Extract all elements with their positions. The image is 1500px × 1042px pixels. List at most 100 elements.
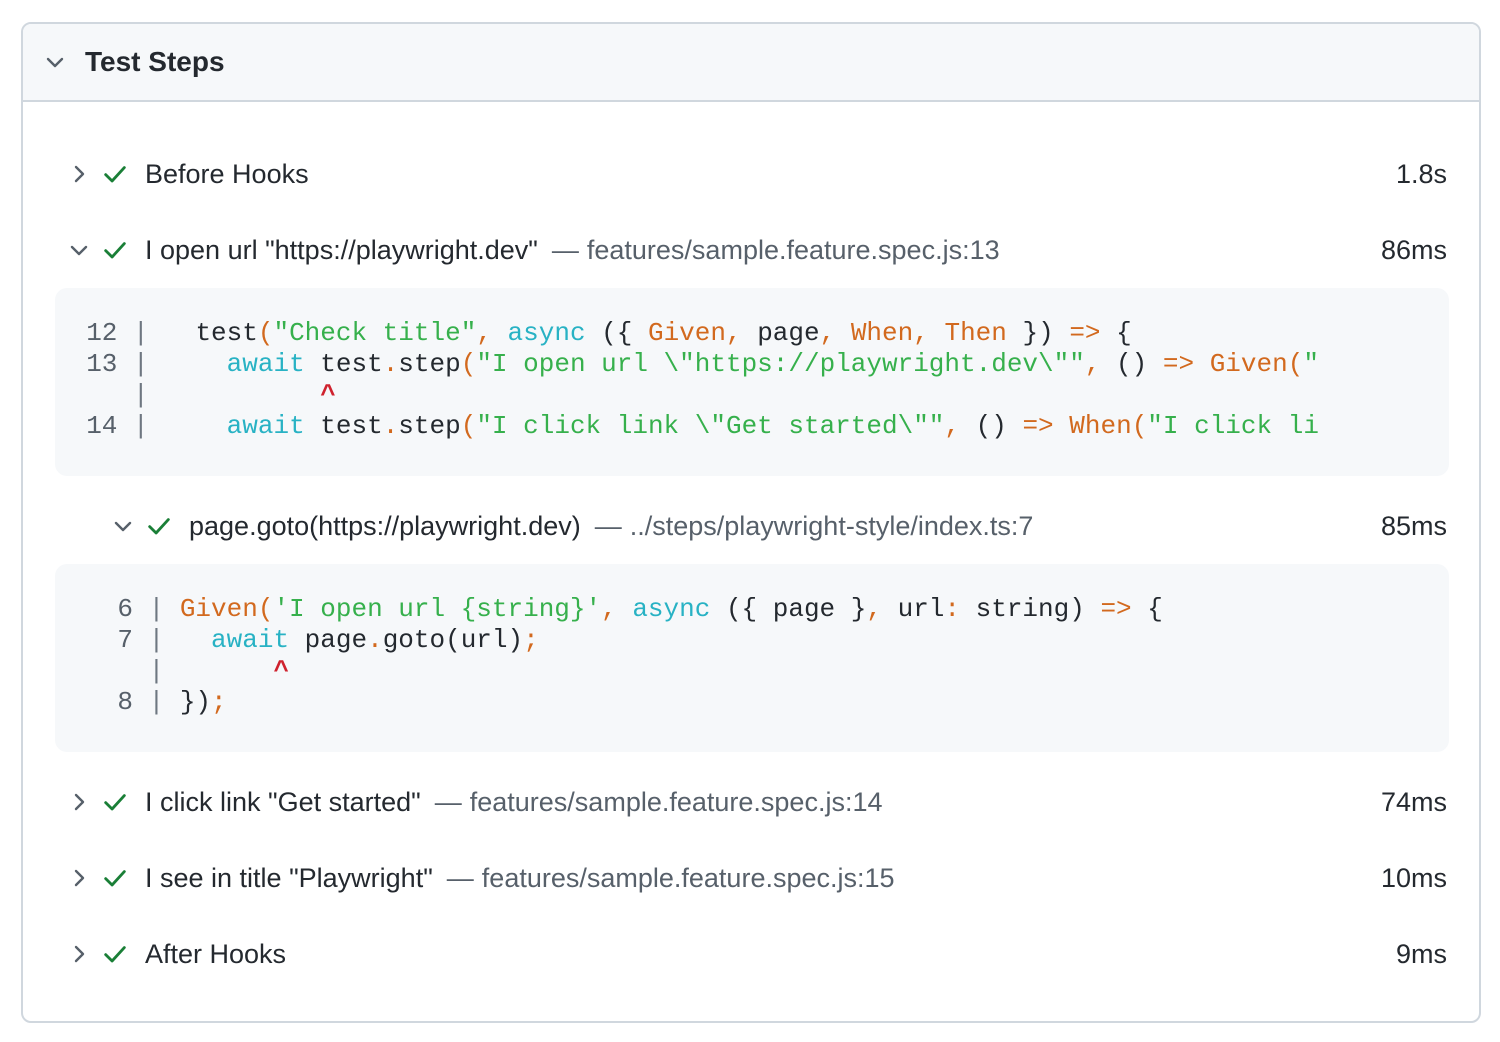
code-token: async <box>507 318 586 348</box>
error-caret: ^ <box>273 656 290 686</box>
step-duration: 9ms <box>1395 938 1447 969</box>
panel-title: Test Steps <box>85 46 225 77</box>
chevron-right-icon[interactable] <box>67 942 91 966</box>
step-row[interactable]: Before Hooks 1.8s <box>23 144 1479 204</box>
code-token: "I click link \"Get started\"" <box>476 411 945 441</box>
step-row[interactable]: After Hooks 9ms <box>23 924 1479 984</box>
code-token: , <box>944 411 961 441</box>
code-token: ( <box>460 411 477 441</box>
code-line: 6 | Given('I open url {string}', async (… <box>55 594 1449 625</box>
code-token: Given <box>647 318 726 348</box>
code-token: { <box>1100 318 1132 348</box>
chevron-down-icon[interactable] <box>111 514 135 538</box>
code-token: ( <box>460 349 477 379</box>
chevron-right-icon[interactable] <box>67 866 91 890</box>
code-token: 'I open url {string}' <box>273 594 602 624</box>
code-token: page <box>289 625 368 655</box>
code-token: . <box>382 411 399 441</box>
code-snippet: 6 | Given('I open url {string}', async (… <box>55 564 1449 752</box>
code-token: () <box>960 411 1023 441</box>
step-duration: 86ms <box>1380 234 1447 265</box>
code-token: ; <box>523 625 539 655</box>
chevron-down-icon[interactable] <box>67 238 91 262</box>
code-token: " <box>1303 349 1319 379</box>
code-token: goto(url) <box>382 625 524 655</box>
code-line: 8 | }); <box>55 687 1449 718</box>
panel-header[interactable]: Test Steps <box>23 24 1479 102</box>
code-token: ({ page } <box>710 594 867 624</box>
check-icon <box>104 794 126 811</box>
step-separator: — <box>594 510 622 541</box>
code-token: When <box>850 318 914 348</box>
step-row[interactable]: I click link "Get started" — features/sa… <box>23 772 1479 832</box>
code-token: : <box>944 594 961 624</box>
code-line: | ^ <box>55 656 1449 687</box>
line-number: 8 <box>55 687 134 717</box>
check-icon <box>104 946 126 963</box>
code-token: ( <box>257 594 274 624</box>
line-number: 13 <box>55 349 118 379</box>
line-number: 12 <box>55 318 118 348</box>
step-location[interactable]: ../steps/playwright-style/index.ts:7 <box>630 511 1034 542</box>
step-location[interactable]: features/sample.feature.spec.js:13 <box>587 235 1000 266</box>
chevron-right-icon[interactable] <box>67 790 91 814</box>
step-title: I open url "https://playwright.dev" <box>145 234 538 265</box>
gutter-separator: | <box>117 411 165 441</box>
code-token: => <box>1022 411 1054 441</box>
code-token: => <box>1069 318 1101 348</box>
step-location[interactable]: features/sample.feature.spec.js:15 <box>482 863 895 894</box>
step-title: I click link "Get started" <box>145 786 421 817</box>
gutter-separator: | <box>133 594 180 624</box>
step-location[interactable]: features/sample.feature.spec.js:14 <box>470 787 883 818</box>
step-title: Before Hooks <box>145 158 309 189</box>
step-title: I see in title "Playwright" <box>145 862 433 893</box>
code-token: "I open url \"https://playwright.dev\"" <box>476 349 1085 379</box>
chevron-right-icon[interactable] <box>67 162 91 186</box>
code-token: , <box>476 318 492 348</box>
code-line: 7 | await page.goto(url); <box>55 625 1449 656</box>
error-caret: ^ <box>320 380 336 410</box>
step-duration: 74ms <box>1380 786 1447 817</box>
line-number: 14 <box>55 411 118 441</box>
code-token: ; <box>211 687 227 717</box>
check-icon <box>104 242 126 259</box>
code-token: ( <box>257 318 274 348</box>
step-duration: 1.8s <box>1395 158 1447 189</box>
step-separator: — <box>446 862 474 893</box>
step-row[interactable]: I see in title "Playwright" — features/s… <box>23 848 1479 908</box>
code-token: , <box>819 318 836 348</box>
code-token: "Check title" <box>273 318 477 348</box>
chevron-down-icon[interactable] <box>43 50 67 74</box>
gutter-separator: | <box>133 625 180 655</box>
code-token: , <box>601 594 617 624</box>
step-duration: 10ms <box>1380 862 1447 893</box>
code-token: , <box>913 318 929 348</box>
code-token: Then <box>944 318 1007 348</box>
line-number: 6 <box>55 594 134 624</box>
check-icon <box>148 518 170 535</box>
code-token: Given <box>179 594 258 624</box>
code-token: , <box>866 594 882 624</box>
code-line: 14 | await test.step("I click link \"Get… <box>55 411 1449 442</box>
code-token: => <box>1162 349 1195 379</box>
step-row[interactable]: page.goto(https://playwright.dev) — ../s… <box>23 496 1479 556</box>
code-token: async <box>632 594 711 624</box>
code-token: }) <box>1006 318 1070 348</box>
step-row[interactable]: I open url "https://playwright.dev" — fe… <box>23 220 1479 280</box>
code-token: When <box>1069 411 1132 441</box>
step-duration: 85ms <box>1380 510 1447 541</box>
code-token: url <box>881 594 945 624</box>
code-token: ({ <box>585 318 648 348</box>
code-token: test <box>164 318 258 348</box>
code-token: { <box>1131 594 1163 624</box>
code-token: => <box>1100 594 1132 624</box>
code-token: }) <box>179 687 212 717</box>
code-token: ( <box>1287 349 1304 379</box>
code-token: page <box>741 318 820 348</box>
gutter-separator: | <box>117 349 165 379</box>
